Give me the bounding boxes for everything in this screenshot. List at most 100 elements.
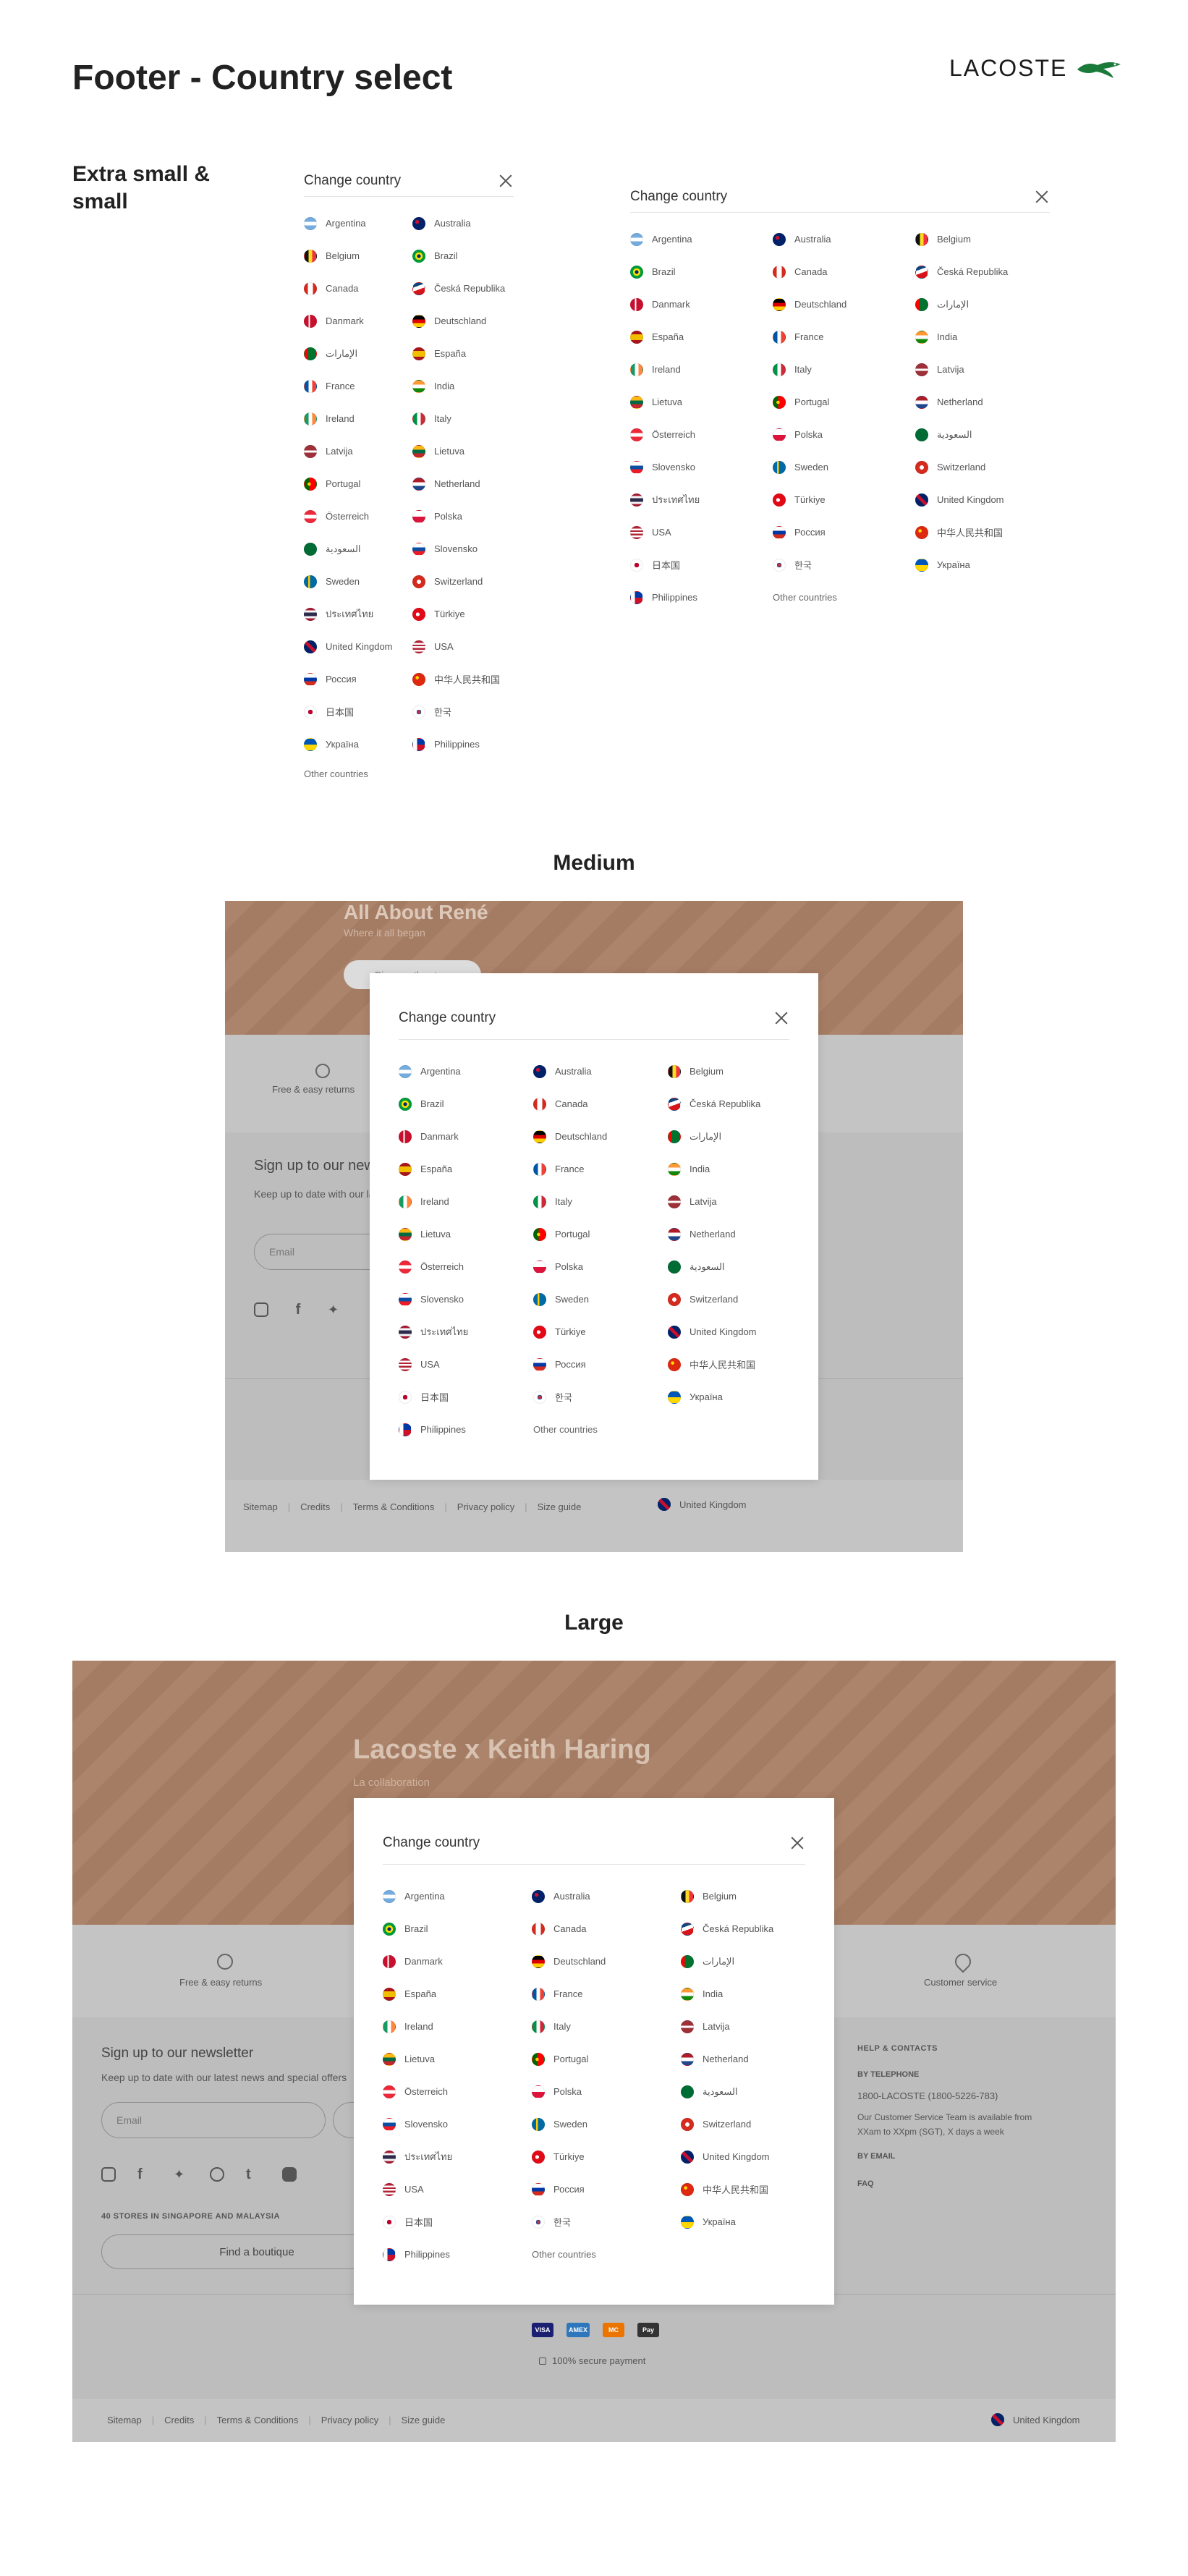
country-option[interactable]: Danmark [399,1120,533,1153]
country-option[interactable]: Polska [412,500,521,533]
footer-link[interactable]: Terms & Conditions [353,1501,435,1512]
country-option[interactable]: الإمارات [915,288,1058,321]
country-option[interactable]: Türkiye [412,598,521,630]
country-option[interactable]: السعودية [668,1250,802,1283]
country-option[interactable]: Netherland [412,467,521,500]
footer-link[interactable]: Sitemap [243,1501,278,1512]
country-option[interactable]: Australia [773,223,915,255]
country-option[interactable]: Türkiye [533,1315,668,1348]
country-option[interactable]: Deutschland [412,305,521,337]
country-option[interactable]: Slovensko [630,451,773,483]
country-option[interactable]: Sweden [533,1283,668,1315]
country-option[interactable]: Latvija [304,435,412,467]
close-icon[interactable] [789,1835,805,1851]
country-option[interactable]: Česká Republika [915,255,1058,288]
country-option[interactable]: Lietuva [412,435,521,467]
country-option[interactable]: India [412,370,521,402]
country-option[interactable]: Österreich [399,1250,533,1283]
country-option[interactable]: Ireland [383,2010,532,2043]
country-option[interactable]: Portugal [532,2043,681,2075]
country-option[interactable]: 中华人民共和国 [412,663,521,695]
youtube-icon[interactable] [282,2167,297,2182]
country-option[interactable]: Canada [773,255,915,288]
country-option[interactable]: Česká Republika [681,1912,830,1945]
country-option[interactable]: ประเทศไทย [383,2140,532,2173]
country-option[interactable]: Россия [532,2173,681,2206]
footer-link[interactable]: Credits [164,2415,194,2425]
country-option[interactable]: France [533,1153,668,1185]
country-option[interactable]: Latvija [915,353,1058,386]
close-icon[interactable] [1034,189,1050,205]
footer-link[interactable]: Terms & Conditions [217,2415,299,2425]
country-option[interactable]: USA [630,516,773,548]
faq-link[interactable]: FAQ [857,2179,1074,2188]
country-option[interactable]: Brazil [399,1088,533,1120]
country-option[interactable]: Österreich [304,500,412,533]
country-option[interactable]: Australia [412,207,521,240]
twitter-icon[interactable]: ✦ [328,1302,342,1317]
footer-link[interactable]: Privacy policy [457,1501,514,1512]
country-option[interactable]: Netherland [915,386,1058,418]
instagram-icon[interactable] [254,1302,268,1317]
country-option[interactable]: Portugal [533,1218,668,1250]
country-option[interactable]: Portugal [773,386,915,418]
country-option[interactable]: India [681,1978,830,2010]
country-option[interactable]: Italy [773,353,915,386]
country-option[interactable]: Россия [533,1348,668,1381]
country-option[interactable]: Česká Republika [412,272,521,305]
country-option[interactable]: Danmark [630,288,773,321]
country-option[interactable]: Switzerland [681,2108,830,2140]
country-option[interactable]: Argentina [304,207,412,240]
country-option[interactable]: Deutschland [532,1945,681,1978]
country-option[interactable]: Slovensko [399,1283,533,1315]
country-option[interactable]: Latvija [681,2010,830,2043]
facebook-icon[interactable]: f [137,2167,152,2182]
country-option[interactable]: السعودية [681,2075,830,2108]
country-option[interactable]: Ireland [630,353,773,386]
country-option[interactable]: Deutschland [773,288,915,321]
country-option[interactable]: 한국 [532,2206,681,2238]
country-option[interactable]: Italy [412,402,521,435]
country-option[interactable]: Україна [304,728,412,760]
country-option[interactable]: Türkiye [532,2140,681,2173]
instagram-icon[interactable] [101,2167,116,2182]
country-option[interactable]: España [383,1978,532,2010]
country-option[interactable]: Netherland [668,1218,802,1250]
country-option[interactable]: 한국 [412,695,521,728]
country-option[interactable]: USA [399,1348,533,1381]
country-option[interactable]: United Kingdom [304,630,412,663]
country-option[interactable]: Canada [533,1088,668,1120]
country-option[interactable]: Belgium [915,223,1058,255]
country-option[interactable]: Switzerland [668,1283,802,1315]
country-selector-button[interactable]: United Kingdom [991,2413,1080,2426]
country-option[interactable]: Switzerland [412,565,521,598]
country-option[interactable]: Danmark [304,305,412,337]
phone-number[interactable]: 1800-LACOSTE (1800-5226-783) [857,2090,1074,2101]
country-option[interactable]: الإمارات [304,337,412,370]
country-option[interactable]: Portugal [304,467,412,500]
country-option[interactable]: السعودية [915,418,1058,451]
country-option[interactable]: France [532,1978,681,2010]
country-option[interactable]: Philippines [399,1413,533,1446]
close-icon[interactable] [498,173,514,189]
country-option[interactable]: Argentina [630,223,773,255]
country-option[interactable]: Brazil [383,1912,532,1945]
country-option[interactable]: Philippines [383,2238,532,2271]
country-option[interactable]: 한국 [533,1381,668,1413]
country-option[interactable]: Lietuva [399,1218,533,1250]
country-option[interactable]: Danmark [383,1945,532,1978]
country-option[interactable]: Belgium [681,1880,830,1912]
country-option[interactable]: Italy [533,1185,668,1218]
pinterest-icon[interactable] [210,2167,224,2182]
country-option[interactable]: Ireland [304,402,412,435]
country-option[interactable]: Sweden [532,2108,681,2140]
country-option[interactable]: Philippines [630,581,773,614]
by-email-label[interactable]: BY EMAIL [857,2152,1074,2161]
country-option[interactable]: Netherland [681,2043,830,2075]
country-option[interactable]: Polska [532,2075,681,2108]
country-option[interactable]: الإمارات [681,1945,830,1978]
country-option[interactable]: Česká Republika [668,1088,802,1120]
country-option[interactable]: Polska [773,418,915,451]
country-option[interactable]: Argentina [399,1055,533,1088]
country-option[interactable]: 日本国 [630,548,773,581]
